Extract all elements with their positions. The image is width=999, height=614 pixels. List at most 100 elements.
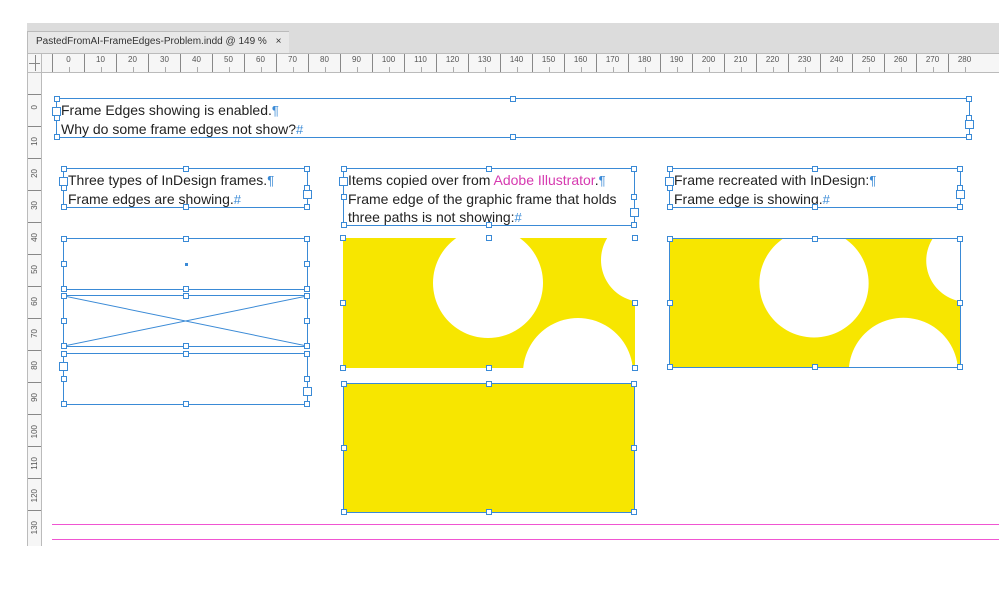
resize-handle[interactable] — [341, 445, 347, 451]
resize-handle[interactable] — [341, 381, 347, 387]
ai-yellow-shape[interactable] — [343, 238, 635, 368]
resize-handle[interactable] — [61, 351, 67, 357]
resize-handle[interactable] — [957, 300, 963, 306]
resize-handle[interactable] — [631, 445, 637, 451]
resize-handle[interactable] — [61, 401, 67, 407]
document-tab[interactable]: PastedFromAI-FrameEdges-Problem.indd @ 1… — [27, 31, 289, 53]
resize-handle[interactable] — [632, 365, 638, 371]
resize-handle[interactable] — [631, 381, 637, 387]
text-out-port-icon[interactable] — [965, 120, 974, 129]
resize-handle[interactable] — [631, 509, 637, 515]
resize-handle[interactable] — [61, 293, 67, 299]
col3-text-frame[interactable]: Frame recreated with InDesign:¶ Frame ed… — [669, 168, 961, 208]
resize-handle[interactable] — [54, 134, 60, 140]
horizontal-guide[interactable] — [52, 524, 999, 525]
col1-text-frame[interactable]: Three types of InDesign frames.¶ Frame e… — [63, 168, 308, 208]
resize-handle[interactable] — [966, 96, 972, 102]
resize-handle[interactable] — [667, 166, 673, 172]
resize-handle[interactable] — [340, 300, 346, 306]
resize-handle[interactable] — [966, 134, 972, 140]
text-in-port-icon[interactable] — [52, 107, 61, 116]
empty-text-frame[interactable] — [63, 353, 308, 405]
resize-handle[interactable] — [183, 351, 189, 357]
resize-handle[interactable] — [631, 222, 637, 228]
resize-handle[interactable] — [183, 204, 189, 210]
text-out-port-icon[interactable] — [630, 208, 639, 217]
text-out-port-icon[interactable] — [303, 387, 312, 396]
resize-handle[interactable] — [61, 236, 67, 242]
ai-yellow-rect[interactable] — [343, 383, 635, 513]
text-in-port-icon[interactable] — [59, 177, 68, 186]
resize-handle[interactable] — [667, 236, 673, 242]
resize-handle[interactable] — [631, 166, 637, 172]
text-out-port-icon[interactable] — [303, 190, 312, 199]
resize-handle[interactable] — [631, 194, 637, 200]
resize-handle[interactable] — [183, 293, 189, 299]
intro-text-frame[interactable]: Frame Edges showing is enabled.¶ Why do … — [56, 98, 970, 138]
col2-text-frame[interactable]: Items copied over from Adobe Illustrator… — [343, 168, 635, 226]
resize-handle[interactable] — [183, 166, 189, 172]
resize-handle[interactable] — [812, 364, 818, 370]
resize-handle[interactable] — [667, 300, 673, 306]
resize-handle[interactable] — [304, 293, 310, 299]
resize-handle[interactable] — [510, 134, 516, 140]
resize-handle[interactable] — [510, 96, 516, 102]
resize-handle[interactable] — [304, 236, 310, 242]
horizontal-ruler[interactable]: 0102030405060708090100110120130140150160… — [42, 53, 999, 73]
resize-handle[interactable] — [486, 365, 492, 371]
resize-handle[interactable] — [632, 235, 638, 241]
resize-handle[interactable] — [667, 364, 673, 370]
id-yellow-shape[interactable] — [669, 238, 961, 368]
resize-handle[interactable] — [304, 351, 310, 357]
resize-handle[interactable] — [61, 286, 67, 292]
resize-handle[interactable] — [304, 261, 310, 267]
resize-handle[interactable] — [340, 365, 346, 371]
resize-handle[interactable] — [183, 236, 189, 242]
resize-handle[interactable] — [183, 286, 189, 292]
horizontal-guide[interactable] — [52, 539, 999, 540]
vertical-ruler[interactable]: 0102030405060708090100110120130 — [27, 73, 42, 546]
resize-handle[interactable] — [957, 166, 963, 172]
resize-handle[interactable] — [957, 236, 963, 242]
resize-handle[interactable] — [667, 204, 673, 210]
resize-handle[interactable] — [183, 343, 189, 349]
resize-handle[interactable] — [61, 318, 67, 324]
resize-handle[interactable] — [304, 286, 310, 292]
resize-handle[interactable] — [341, 194, 347, 200]
resize-handle[interactable] — [957, 364, 963, 370]
resize-handle[interactable] — [340, 235, 346, 241]
resize-handle[interactable] — [61, 376, 67, 382]
resize-handle[interactable] — [486, 235, 492, 241]
resize-handle[interactable] — [341, 222, 347, 228]
document-canvas[interactable]: Frame Edges showing is enabled.¶ Why do … — [42, 73, 999, 546]
resize-handle[interactable] — [957, 204, 963, 210]
resize-handle[interactable] — [304, 166, 310, 172]
resize-handle[interactable] — [486, 166, 492, 172]
text-in-port-icon[interactable] — [339, 177, 348, 186]
resize-handle[interactable] — [341, 509, 347, 515]
close-icon[interactable]: × — [276, 36, 282, 47]
resize-handle[interactable] — [61, 204, 67, 210]
unassigned-frame[interactable] — [63, 238, 308, 290]
resize-handle[interactable] — [812, 166, 818, 172]
resize-handle[interactable] — [304, 376, 310, 382]
resize-handle[interactable] — [486, 222, 492, 228]
resize-handle[interactable] — [183, 401, 189, 407]
text-out-port-icon[interactable] — [956, 190, 965, 199]
resize-handle[interactable] — [304, 204, 310, 210]
resize-handle[interactable] — [632, 300, 638, 306]
ruler-origin-icon[interactable] — [27, 53, 42, 73]
resize-handle[interactable] — [61, 343, 67, 349]
resize-handle[interactable] — [61, 261, 67, 267]
resize-handle[interactable] — [486, 509, 492, 515]
resize-handle[interactable] — [304, 318, 310, 324]
resize-handle[interactable] — [341, 166, 347, 172]
resize-handle[interactable] — [486, 381, 492, 387]
graphic-frame[interactable] — [63, 295, 308, 347]
text-in-port-icon[interactable] — [665, 177, 674, 186]
resize-handle[interactable] — [812, 236, 818, 242]
resize-handle[interactable] — [304, 401, 310, 407]
resize-handle[interactable] — [54, 96, 60, 102]
resize-handle[interactable] — [61, 166, 67, 172]
resize-handle[interactable] — [304, 343, 310, 349]
